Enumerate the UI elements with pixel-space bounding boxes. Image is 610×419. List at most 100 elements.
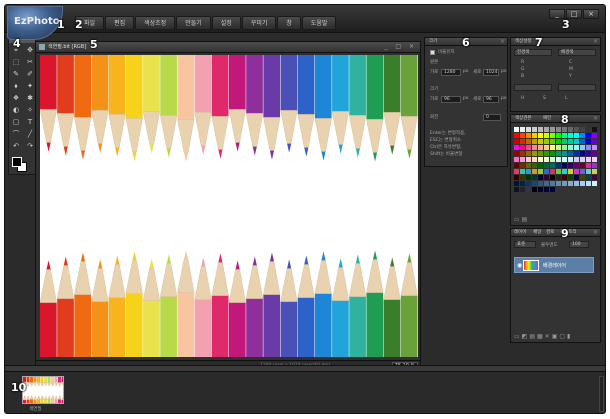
- color-swatch-132[interactable]: [550, 181, 555, 186]
- new-width-input[interactable]: 96: [441, 96, 461, 103]
- menu-color-adjust[interactable]: 색상조정: [135, 16, 176, 30]
- color-swatch-3[interactable]: [532, 127, 537, 132]
- color-swatch-88[interactable]: [538, 163, 543, 168]
- color-swatch-18[interactable]: [538, 133, 543, 138]
- image-thumbnail[interactable]: [22, 376, 64, 404]
- color-swatch-115[interactable]: [532, 175, 537, 180]
- color-swatch-144[interactable]: [538, 187, 543, 192]
- layer-row-background[interactable]: ◉ 배경레이어: [514, 257, 594, 273]
- color-swatch-69[interactable]: [592, 151, 597, 156]
- color-swatch-113[interactable]: [520, 175, 525, 180]
- tool-button-2[interactable]: ⬚: [10, 57, 22, 68]
- color-swatch-65[interactable]: [568, 151, 573, 156]
- color-swatch-64[interactable]: [562, 151, 567, 156]
- color-swatch-125[interactable]: [592, 175, 597, 180]
- color-swatch-136[interactable]: [574, 181, 579, 186]
- color-swatch-114[interactable]: [526, 175, 531, 180]
- color-swatch-9[interactable]: [568, 127, 573, 132]
- color-swatch-105[interactable]: [556, 169, 561, 174]
- tool-button-14[interactable]: ⌒: [10, 129, 22, 140]
- color-swatch-134[interactable]: [562, 181, 567, 186]
- color-swatch-76[interactable]: [550, 157, 555, 162]
- menu-help[interactable]: 도움말: [301, 16, 337, 30]
- color-swatch-126[interactable]: [514, 181, 519, 186]
- rotate-input[interactable]: 0: [483, 114, 501, 121]
- color-swatch-83[interactable]: [592, 157, 597, 162]
- color-swatch-112[interactable]: [514, 175, 519, 180]
- panel-close-icon[interactable]: ×: [500, 38, 505, 45]
- color-swatch-10[interactable]: [574, 127, 579, 132]
- color-swatch-71[interactable]: [520, 157, 525, 162]
- color-swatch-24[interactable]: [574, 133, 579, 138]
- color-swatch-42[interactable]: [514, 145, 519, 150]
- color-swatch-41[interactable]: [592, 139, 597, 144]
- color-swatch-91[interactable]: [556, 163, 561, 168]
- color-swatch-142[interactable]: [526, 187, 531, 192]
- color-swatch-43[interactable]: [520, 145, 525, 150]
- color-swatch-140[interactable]: [514, 187, 519, 192]
- eye-icon[interactable]: ◉: [517, 262, 522, 269]
- color-swatch-120[interactable]: [562, 175, 567, 180]
- color-swatch-31[interactable]: [532, 139, 537, 144]
- app-logo[interactable]: EzPhoto: [7, 6, 63, 40]
- color-swatch-103[interactable]: [544, 169, 549, 174]
- color-swatch-72[interactable]: [526, 157, 531, 162]
- color-swatch-104[interactable]: [550, 169, 555, 174]
- color-swatch-21[interactable]: [556, 133, 561, 138]
- menu-window[interactable]: 창: [277, 16, 301, 30]
- color-swatch-107[interactable]: [568, 169, 573, 174]
- filmstrip-scrollbar[interactable]: [599, 376, 604, 412]
- color-swatch-6[interactable]: [550, 127, 555, 132]
- color-swatch-51[interactable]: [568, 145, 573, 150]
- color-swatch-60[interactable]: [538, 151, 543, 156]
- color-swatch-5[interactable]: [544, 127, 549, 132]
- color-swatch-143[interactable]: [532, 187, 537, 192]
- color-swatch-13[interactable]: [592, 127, 597, 132]
- color-swatch-36[interactable]: [562, 139, 567, 144]
- color-swatch-53[interactable]: [580, 145, 585, 150]
- color-swatch-80[interactable]: [574, 157, 579, 162]
- color-swatch-58[interactable]: [526, 151, 531, 156]
- color-swatch-102[interactable]: [538, 169, 543, 174]
- color-swatch-75[interactable]: [544, 157, 549, 162]
- color-swatch-57[interactable]: [520, 151, 525, 156]
- color-swatch-109[interactable]: [580, 169, 585, 174]
- background-dropdown[interactable]: 배경색: [558, 49, 596, 56]
- color-swatch-29[interactable]: [520, 139, 525, 144]
- color-swatch-93[interactable]: [568, 163, 573, 168]
- color-swatch-4[interactable]: [538, 127, 543, 132]
- new-height-input[interactable]: 96: [483, 96, 499, 103]
- tool-button-10[interactable]: ◐: [10, 105, 22, 116]
- color-swatch-100[interactable]: [526, 169, 531, 174]
- color-swatch-146[interactable]: [550, 187, 555, 192]
- menu-create[interactable]: 만들기: [176, 16, 211, 30]
- color-swatch-81[interactable]: [580, 157, 585, 162]
- color-swatch-119[interactable]: [556, 175, 561, 180]
- color-swatch-55[interactable]: [592, 145, 597, 150]
- color-swatch-35[interactable]: [556, 139, 561, 144]
- color-swatches-fg-bg[interactable]: [9, 156, 35, 178]
- color-swatch-108[interactable]: [574, 169, 579, 174]
- color-swatch-1[interactable]: [520, 127, 525, 132]
- swatches-close-icon[interactable]: ×: [593, 115, 598, 122]
- pattern-tab[interactable]: 패턴: [543, 116, 551, 122]
- color-swatch-130[interactable]: [538, 181, 543, 186]
- color-swatch-117[interactable]: [544, 175, 549, 180]
- color-swatch-44[interactable]: [526, 145, 531, 150]
- tool-button-4[interactable]: ✎: [10, 69, 22, 80]
- color-swatch-14[interactable]: [514, 133, 519, 138]
- foreground-dropdown[interactable]: 전경색: [514, 49, 552, 56]
- color-swatch-56[interactable]: [514, 151, 519, 156]
- color-swatch-0[interactable]: [514, 127, 519, 132]
- keep-ratio-checkbox[interactable]: [430, 50, 435, 55]
- color-swatch-131[interactable]: [544, 181, 549, 186]
- color-swatch-90[interactable]: [550, 163, 555, 168]
- color-panel-tab[interactable]: 색상설정: [515, 39, 532, 45]
- color-swatch-129[interactable]: [532, 181, 537, 186]
- color-swatch-141[interactable]: [520, 187, 525, 192]
- color-mode-left-dropdown[interactable]: [514, 84, 552, 91]
- color-swatch-94[interactable]: [574, 163, 579, 168]
- color-swatch-84[interactable]: [514, 163, 519, 168]
- color-swatch-19[interactable]: [544, 133, 549, 138]
- color-swatch-101[interactable]: [532, 169, 537, 174]
